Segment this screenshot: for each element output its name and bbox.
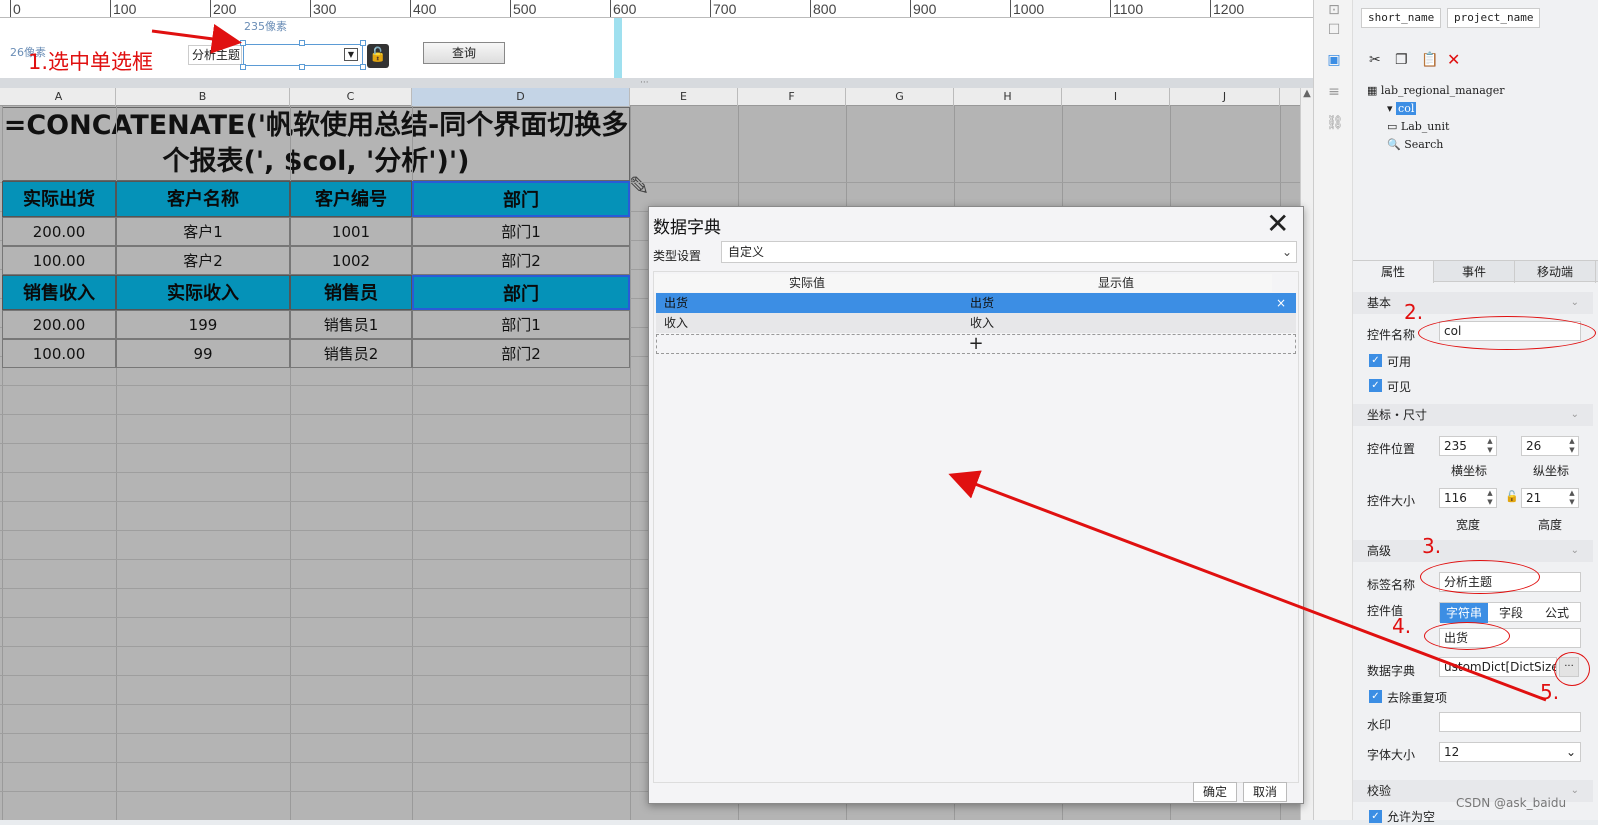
arrow-step5: [948, 470, 1547, 702]
watermark-text: CSDN @ask_baidu: [1456, 796, 1567, 810]
arrow-step1: [151, 24, 242, 54]
annotation-arrows: [151, 24, 1547, 702]
